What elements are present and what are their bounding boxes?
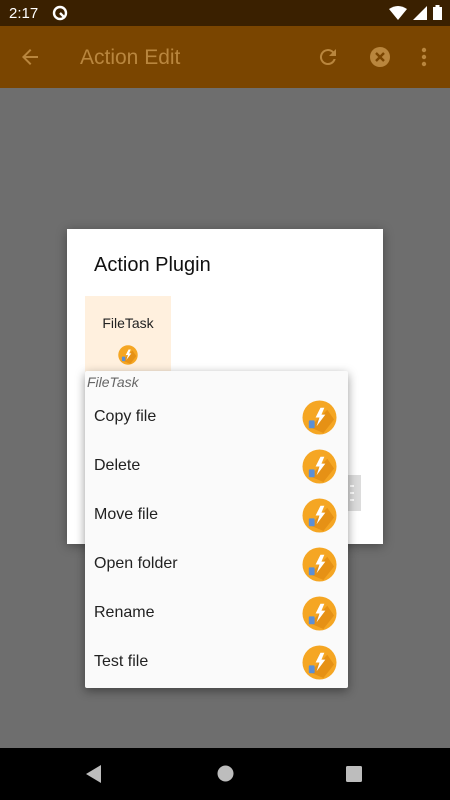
menu-item-label: Copy file	[94, 408, 157, 425]
cancel-icon[interactable]	[368, 45, 392, 74]
menu-item-label: Open folder	[94, 555, 178, 572]
notification-q-icon	[52, 5, 68, 26]
back-arrow-icon[interactable]	[18, 45, 42, 74]
menu-item-move-file[interactable]: Move file	[85, 491, 348, 540]
filetask-plugin-icon	[302, 400, 337, 440]
menu-item-label: Test file	[94, 653, 149, 670]
menu-item-label: Rename	[94, 604, 155, 621]
filetask-plugin-icon	[302, 596, 337, 636]
filetask-plugin-icon	[118, 345, 138, 370]
refresh-icon[interactable]	[316, 45, 340, 74]
menu-item-test-file[interactable]: Test file	[85, 638, 348, 687]
dialog-title: Action Plugin	[94, 254, 211, 276]
app-bar: Action Edit	[0, 26, 450, 88]
filetask-action-menu: FileTask Copy file Delete Move file Open…	[85, 371, 348, 688]
menu-item-rename[interactable]: Rename	[85, 589, 348, 638]
filetask-plugin-icon	[302, 498, 337, 538]
filetask-plugin-icon	[302, 645, 337, 685]
menu-item-delete[interactable]: Delete	[85, 442, 348, 491]
plugin-tile-label: FileTask	[102, 315, 154, 331]
menu-item-label: Move file	[94, 506, 159, 523]
menu-header: FileTask	[87, 374, 139, 390]
wifi-icon	[389, 5, 407, 25]
cellular-signal-icon	[413, 5, 427, 25]
filetask-plugin-icon	[302, 547, 337, 587]
nav-back-icon[interactable]	[86, 765, 102, 788]
filetask-plugin-icon	[302, 449, 337, 489]
system-nav-bar	[0, 748, 450, 800]
menu-item-open-folder[interactable]: Open folder	[85, 540, 348, 589]
status-bar: 2:17	[0, 0, 450, 26]
app-bar-title: Action Edit	[80, 46, 181, 69]
menu-item-label: Delete	[94, 457, 141, 474]
status-time: 2:17	[9, 5, 39, 22]
more-vert-icon[interactable]	[418, 45, 430, 74]
plugin-tile-filetask[interactable]: FileTask	[85, 296, 171, 376]
nav-home-icon[interactable]	[217, 765, 234, 787]
menu-item-copy-file[interactable]: Copy file	[85, 393, 348, 442]
status-right-icons	[389, 5, 442, 25]
battery-icon	[433, 5, 442, 25]
nav-recents-icon[interactable]	[346, 766, 362, 787]
